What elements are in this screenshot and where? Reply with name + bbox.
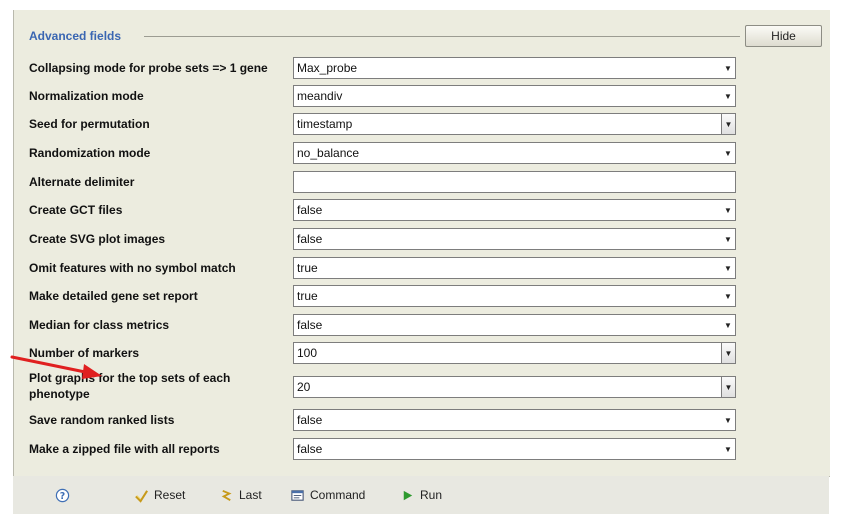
combo-box[interactable]: 100 ▼	[293, 342, 736, 364]
select-dropdown[interactable]: false ▼	[293, 409, 736, 431]
dropdown-arrow-icon[interactable]: ▼	[722, 87, 734, 105]
dropdown-arrow-icon[interactable]: ▼	[722, 144, 734, 162]
field-value: 20	[297, 380, 311, 394]
field-label: Alternate delimiter	[29, 175, 135, 189]
field-label: Save random ranked lists	[29, 413, 175, 427]
dropdown-arrow-icon[interactable]: ▼	[722, 59, 734, 77]
field-label: Make a zipped file with all reports	[29, 442, 220, 456]
field-label: Normalization mode	[29, 89, 144, 103]
dropdown-arrow-icon[interactable]: ▼	[722, 287, 734, 305]
select-dropdown[interactable]: false ▼	[293, 199, 736, 221]
dropdown-arrow-icon[interactable]: ▼	[721, 114, 735, 134]
dropdown-arrow-icon[interactable]: ▼	[721, 343, 735, 363]
field-value: false	[297, 203, 323, 217]
reset-icon	[135, 489, 148, 503]
combo-box[interactable]: 20 ▼	[293, 376, 736, 398]
select-dropdown[interactable]: false ▼	[293, 228, 736, 250]
run-icon	[403, 490, 413, 500]
bottom-toolbar: ? Reset Last Command Run	[13, 476, 829, 514]
select-dropdown[interactable]: no_balance ▼	[293, 142, 736, 164]
section-divider	[144, 36, 740, 37]
field-label: Number of markers	[29, 346, 140, 360]
select-dropdown[interactable]: false ▼	[293, 438, 736, 460]
dropdown-arrow-icon[interactable]: ▼	[722, 230, 734, 248]
select-dropdown[interactable]: false ▼	[293, 314, 736, 336]
field-value: false	[297, 413, 323, 427]
field-label: Create GCT files	[29, 203, 123, 217]
text-input[interactable]	[293, 171, 736, 193]
field-value: false	[297, 232, 323, 246]
field-value: true	[297, 289, 318, 303]
combo-box[interactable]: timestamp ▼	[293, 113, 736, 135]
help-icon: ?	[55, 488, 70, 502]
run-label: Run	[420, 488, 443, 502]
field-value: false	[297, 442, 323, 456]
reset-button[interactable]: Reset	[134, 486, 185, 504]
last-label: Last	[239, 488, 262, 502]
field-value: no_balance	[297, 146, 360, 160]
section-title: Advanced fields	[29, 29, 122, 43]
dropdown-arrow-icon[interactable]: ▼	[722, 316, 734, 334]
svg-text:?: ?	[60, 490, 65, 501]
field-value: Max_probe	[297, 61, 358, 75]
field-value: meandiv	[297, 89, 343, 103]
field-label: Seed for permutation	[29, 117, 150, 131]
field-label: Create SVG plot images	[29, 232, 166, 246]
field-label: Collapsing mode for probe sets => 1 gene	[29, 61, 268, 75]
dropdown-arrow-icon[interactable]: ▼	[722, 440, 734, 458]
field-value: 100	[297, 346, 318, 360]
field-label: Make detailed gene set report	[29, 289, 198, 303]
run-button[interactable]: Run	[400, 486, 442, 504]
last-button[interactable]: Last	[219, 486, 262, 504]
field-label: Plot graphs for the top sets of each phe…	[29, 371, 231, 401]
field-label: Omit features with no symbol match	[29, 261, 236, 275]
field-value: true	[297, 261, 318, 275]
hide-button[interactable]: Hide	[745, 25, 822, 47]
field-value: timestamp	[297, 117, 353, 131]
reset-label: Reset	[154, 488, 186, 502]
field-value: false	[297, 318, 323, 332]
dropdown-arrow-icon[interactable]: ▼	[722, 201, 734, 219]
command-icon	[291, 489, 304, 501]
dropdown-arrow-icon[interactable]: ▼	[721, 377, 735, 397]
select-dropdown[interactable]: meandiv ▼	[293, 85, 736, 107]
select-dropdown[interactable]: true ▼	[293, 257, 736, 279]
last-icon	[221, 489, 232, 501]
dropdown-arrow-icon[interactable]: ▼	[722, 259, 734, 277]
select-dropdown[interactable]: true ▼	[293, 285, 736, 307]
help-button[interactable]: ?	[55, 486, 70, 504]
field-label: Randomization mode	[29, 146, 151, 160]
command-label: Command	[310, 488, 366, 502]
field-label: Median for class metrics	[29, 318, 170, 332]
command-button[interactable]: Command	[290, 486, 365, 504]
section-header: Advanced fields	[29, 28, 740, 44]
select-dropdown[interactable]: Max_probe ▼	[293, 57, 736, 79]
dropdown-arrow-icon[interactable]: ▼	[722, 411, 734, 429]
advanced-fields-panel: Advanced fields Hide Collapsing mode for…	[13, 10, 830, 477]
